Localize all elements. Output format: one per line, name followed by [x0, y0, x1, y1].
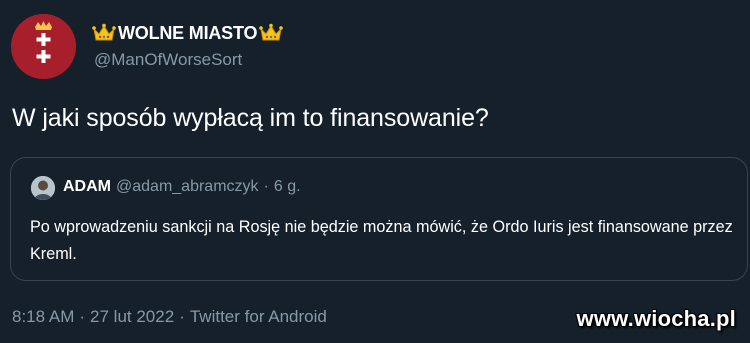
- author-handle[interactable]: @ManOfWorseSort: [94, 50, 242, 70]
- quoted-tweet-text: Po wprowadzeniu sankcji na Rosję nie będ…: [30, 218, 733, 263]
- author-name-text: WOLNE MIASTO: [118, 22, 258, 43]
- quoted-author-avatar: [31, 176, 55, 200]
- quoted-time-ago: 6 g.: [273, 178, 301, 195]
- tweet-date[interactable]: 27 lut 2022: [90, 307, 174, 327]
- meta-separator: ·: [263, 178, 269, 195]
- crown-icon: [92, 23, 116, 43]
- tweet-source[interactable]: Twitter for Android: [190, 307, 327, 327]
- crown-icon: [259, 23, 284, 43]
- tweet-time[interactable]: 8:18 AM: [12, 307, 74, 327]
- gdansk-coat-of-arms-icon: [11, 14, 76, 79]
- tweet-text: W jaki sposób wypłacą im to finansowanie…: [12, 104, 489, 132]
- site-watermark: www.wiocha.pl: [576, 306, 736, 331]
- meta-separator: ·: [79, 307, 86, 326]
- author-avatar[interactable]: [11, 14, 76, 79]
- meta-separator: ·: [179, 307, 185, 326]
- tweet-footer-meta: 8:18 AM · 27 lut 2022 · Twitter for Andr…: [12, 307, 327, 327]
- author-display-name[interactable]: WOLNE MIASTO: [92, 18, 284, 48]
- quoted-tweet-card[interactable]: ADAM @adam_abramczyk · 6 g. Po wprowadze…: [10, 157, 748, 281]
- person-avatar-icon: [31, 176, 55, 200]
- quoted-author-name: ADAM: [63, 178, 111, 195]
- quoted-tweet-header: ADAM @adam_abramczyk · 6 g.: [63, 178, 301, 196]
- quoted-author-handle: @adam_abramczyk: [116, 178, 259, 195]
